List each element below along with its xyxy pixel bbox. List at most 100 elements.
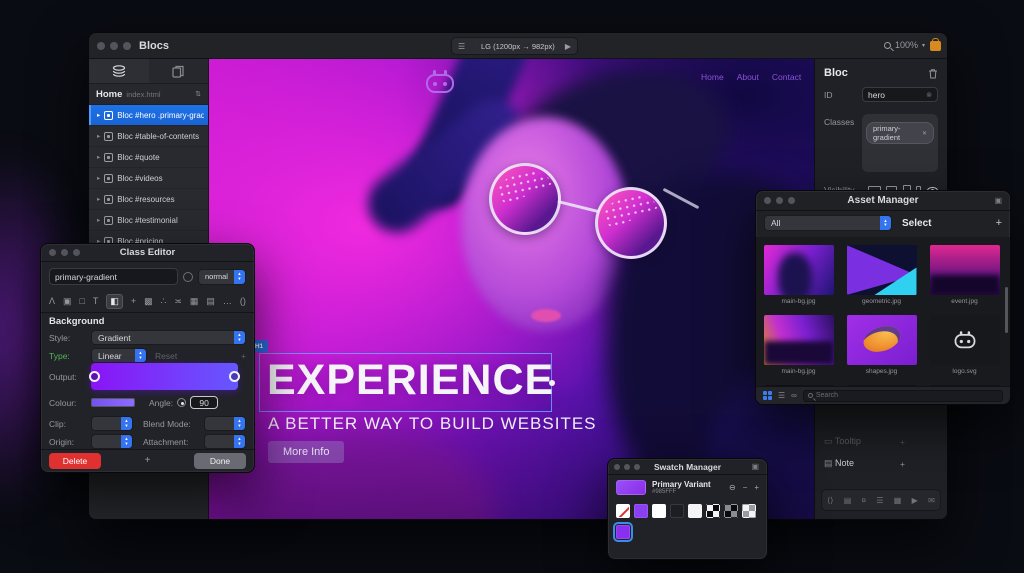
menu-icon[interactable]: ☰ (458, 42, 465, 51)
classes-box[interactable]: primary-gradient ✕ (862, 114, 938, 172)
close-button[interactable] (49, 249, 56, 256)
disclosure-icon[interactable]: ▸ (97, 111, 100, 119)
disclosure-icon[interactable]: ▸ (97, 132, 100, 140)
class-name-input[interactable]: primary-gradient (49, 268, 178, 285)
origin-dropdown[interactable]: ▲▼ (91, 434, 133, 449)
angle-input[interactable]: 90 (190, 396, 218, 409)
asset-thumbnail[interactable] (930, 315, 1000, 365)
design-canvas[interactable]: Home About Contact H1 EXPERIENCE A BETTE… (209, 59, 814, 519)
tool-box-icon[interactable]: ▣ (63, 296, 72, 307)
add-swatch-icon[interactable]: + (754, 483, 759, 492)
tool-background-icon[interactable]: ◧ (106, 294, 123, 309)
swatch-white-2[interactable] (688, 504, 702, 518)
grid-icon[interactable]: ▦ (894, 496, 902, 505)
class-tag[interactable]: primary-gradient ✕ (866, 122, 934, 144)
minus-icon[interactable]: − (743, 483, 748, 492)
asset-thumbnail[interactable] (847, 315, 917, 365)
close-button[interactable] (614, 464, 620, 470)
currency-icon[interactable]: ¤ (862, 496, 866, 505)
zoom-button[interactable] (123, 42, 131, 50)
disclosure-icon[interactable]: ▸ (97, 174, 100, 182)
card-icon[interactable]: ▤ (844, 496, 852, 505)
style-dropdown[interactable]: Gradient ▲▼ (91, 330, 246, 345)
disclosure-icon[interactable]: ▸ (97, 216, 100, 224)
reset-link[interactable]: Reset (155, 351, 177, 361)
swatch-checker-gray[interactable] (724, 504, 738, 518)
store-bag-icon[interactable] (930, 41, 941, 51)
id-field[interactable]: hero ⊗ (862, 87, 938, 102)
layer-row[interactable]: ▸Bloc #testimonial (89, 210, 208, 231)
minimize-button[interactable] (110, 42, 118, 50)
swatch-none[interactable] (616, 504, 630, 518)
list-icon[interactable]: ☰ (876, 496, 883, 505)
close-button[interactable] (97, 42, 105, 50)
asset-manager-titlebar[interactable]: Asset Manager ▣ (756, 191, 1010, 211)
zoom-control[interactable]: 100% ▾ (884, 40, 925, 50)
info-icon[interactable]: ▣ (751, 462, 759, 471)
asset-item[interactable]: shapes.jpg (843, 315, 920, 375)
tab-pages[interactable] (149, 59, 209, 83)
tool-border-icon[interactable]: □ (80, 296, 85, 306)
video-icon[interactable]: ▶ (912, 496, 918, 505)
state-dropdown[interactable]: normal ▲▼ (198, 269, 246, 285)
layer-row[interactable]: ▸Bloc #quote (89, 147, 208, 168)
tool-shadow-icon[interactable]: ▩ (144, 296, 153, 307)
zoom-button[interactable] (634, 464, 640, 470)
layer-row[interactable]: ▸Bloc #resources (89, 189, 208, 210)
tool-color-icon[interactable]: ∴ (161, 296, 167, 307)
select-label[interactable]: Select (902, 218, 931, 229)
message-icon[interactable]: ✉ (928, 496, 935, 505)
hero-nav-home[interactable]: Home (701, 72, 724, 82)
attachment-dropdown[interactable]: ▲▼ (204, 434, 246, 449)
close-button[interactable] (764, 197, 771, 204)
swatch-white[interactable] (652, 504, 666, 518)
zoom-button[interactable] (73, 249, 80, 256)
tool-code-icon[interactable]: () (240, 296, 246, 306)
clip-dropdown[interactable]: ▲▼ (91, 416, 133, 431)
hero-heading[interactable]: EXPERIENCE (267, 356, 554, 405)
done-button[interactable]: Done (194, 453, 246, 469)
disclosure-icon[interactable]: ▸ (97, 195, 100, 203)
page-selector[interactable]: Home index.html ⇅ (89, 84, 208, 105)
layer-row[interactable]: ▸Bloc #table-of-contents (89, 126, 208, 147)
hero-nav-contact[interactable]: Contact (772, 72, 801, 82)
class-tag-remove-icon[interactable]: ✕ (922, 130, 927, 137)
swatch-checker-bw[interactable] (706, 504, 720, 518)
tool-transform-icon[interactable]: ≍ (174, 296, 182, 307)
tool-more-icon[interactable]: … (223, 296, 232, 306)
swatch-black[interactable] (670, 504, 684, 518)
remove-swatch-icon[interactable]: ⊖ (729, 483, 736, 492)
breakpoint-control[interactable]: ☰ LG (1200px → 982px) ▶ (451, 37, 578, 55)
asset-thumbnail[interactable] (847, 245, 917, 295)
swatch-checker-light[interactable] (742, 504, 756, 518)
note-row[interactable]: ▤ Note + (824, 458, 938, 469)
clear-icon[interactable]: ⊗ (926, 91, 932, 99)
trash-icon[interactable] (928, 68, 938, 79)
swatch-manager-titlebar[interactable]: Swatch Manager ▣ (608, 459, 767, 475)
asset-search-field[interactable]: Search (803, 390, 1003, 402)
link-icon[interactable]: ∞ (791, 391, 797, 400)
primary-swatch-preview[interactable] (616, 480, 646, 495)
tool-cursor-icon[interactable]: Λ (49, 296, 55, 306)
angle-dial[interactable] (177, 398, 186, 407)
layer-row[interactable]: ▸Bloc #videos (89, 168, 208, 189)
tab-layers[interactable] (89, 59, 149, 83)
gradient-preview-bar[interactable] (91, 363, 238, 390)
code-icon[interactable]: ⟨⟩ (827, 496, 833, 505)
tool-table-icon[interactable]: ▤ (206, 296, 215, 307)
type-dropdown[interactable]: Linear ▲▼ (91, 348, 147, 363)
asset-item[interactable]: logo.svg (926, 315, 1003, 375)
gradient-stop-right[interactable] (229, 371, 240, 382)
grid-view-icon[interactable] (763, 391, 772, 400)
note-add-icon[interactable]: + (900, 459, 938, 469)
layer-row-hero[interactable]: ▸Bloc #hero .primary-gradient (89, 105, 208, 126)
more-info-button[interactable]: More Info (268, 441, 344, 463)
scrollbar[interactable] (1005, 287, 1008, 333)
gradient-stop-left[interactable] (89, 371, 100, 382)
add-state-icon[interactable] (183, 272, 193, 282)
blend-dropdown[interactable]: ▲▼ (204, 416, 246, 431)
asset-item[interactable]: geometric.jpg (843, 245, 920, 305)
minimize-button[interactable] (624, 464, 630, 470)
settings-gear-icon[interactable]: ▣ (994, 196, 1002, 205)
list-view-icon[interactable]: ☰ (778, 391, 785, 400)
